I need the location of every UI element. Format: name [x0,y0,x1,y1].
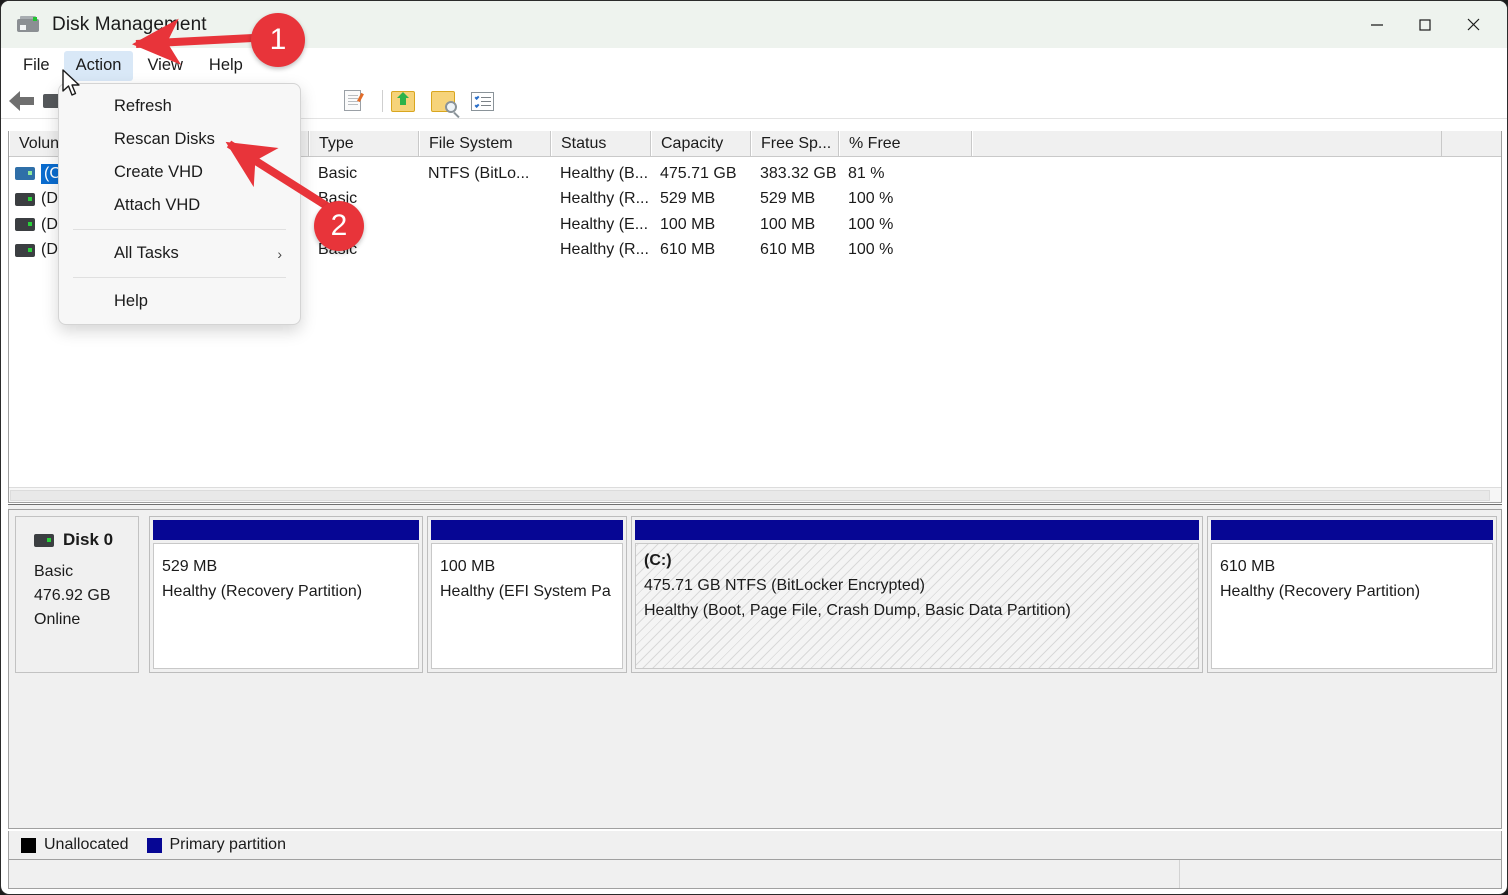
percent-free-cell: 100 % [848,190,894,208]
column-header-percent-free[interactable]: % Free [839,131,972,156]
status-bar [8,859,1502,889]
partition-status: Healthy (Boot, Page File, Crash Dump, Ba… [644,602,1071,619]
partition-color-bar [431,520,623,540]
legend-item-primary: Primary partition [146,836,286,854]
menu-file[interactable]: File [11,51,62,81]
volume-drive-icon [15,192,35,206]
status-cell: Healthy (R... [560,190,649,208]
partition-size: 610 MB [1220,558,1276,575]
status-cell: Healthy (B... [560,164,649,182]
capacity-cell: 475.71 GB [660,164,737,182]
partition-color-bar [635,520,1199,540]
task-list-icon[interactable] [471,87,501,115]
menu-help[interactable]: Help [197,51,255,81]
free-space-cell: 383.32 GB [760,164,837,182]
partition-block-c[interactable]: (C:) 475.71 GB NTFS (BitLocker Encrypted… [631,516,1203,673]
column-header-status[interactable]: Status [551,131,651,156]
legend-swatch-unallocated [21,837,36,853]
disk-size: 476.92 GB [34,587,111,604]
disk-drive-icon [17,15,39,34]
column-header-blank[interactable] [972,131,1442,156]
disk-icon [34,533,54,547]
folder-up-icon[interactable] [391,87,421,115]
partition-size: 475.71 GB NTFS (BitLocker Encrypted) [644,577,925,594]
legend-label-unallocated: Unallocated [44,836,129,853]
back-arrow-icon[interactable] [9,87,39,115]
disk-kind: Basic [34,563,74,580]
status-cell: Healthy (R... [560,241,649,259]
legend-item-unallocated: Unallocated [21,836,129,854]
minimize-button[interactable] [1353,1,1401,48]
partition-strip: 529 MB Healthy (Recovery Partition) 100 … [149,516,1501,673]
mouse-cursor [62,69,80,96]
status-bar-divider [1179,860,1180,888]
column-header-free-space[interactable]: Free Sp... [751,131,839,156]
legend-swatch-primary [146,837,162,853]
menu-bar: File Action View Help [1,48,1507,83]
chevron-right-icon: › [277,245,282,262]
menu-view[interactable]: View [135,51,194,81]
disk-info-block[interactable]: Disk 0 Basic 476.92 GB Online [15,516,139,673]
status-cell: Healthy (E... [560,215,649,233]
partition-color-bar [153,520,419,540]
menu-item-all-tasks-label: All Tasks [114,244,179,262]
legend: Unallocated Primary partition [8,831,1502,859]
partition-block[interactable]: 610 MB Healthy (Recovery Partition) [1207,516,1497,673]
percent-free-cell: 100 % [848,215,894,233]
partition-status: Healthy (Recovery Partition) [162,583,363,600]
maximize-button[interactable] [1401,1,1449,48]
disk-management-window: Disk Management File Action View Help Vo… [0,0,1508,895]
disk-graphical-pane: Disk 0 Basic 476.92 GB Online 529 MB Hea… [8,509,1502,829]
type-cell: Basic [318,164,358,182]
disk-row: Disk 0 Basic 476.92 GB Online 529 MB Hea… [9,516,1501,673]
annotation-badge-1: 1 [251,13,305,67]
menu-item-rescan-disks[interactable]: Rescan Disks [59,123,300,156]
partition-size: 529 MB [162,558,218,575]
capacity-cell: 610 MB [660,241,716,259]
action-dropdown-menu: Refresh Rescan Disks Create VHD Attach V… [58,83,301,325]
menu-item-all-tasks[interactable]: All Tasks › [59,237,300,270]
file-system-cell: NTFS (BitLo... [428,164,530,182]
partition-color-bar [1211,520,1493,540]
disk-state: Online [34,611,81,628]
volume-drive-icon [15,218,35,232]
percent-free-cell: 81 % [848,164,885,182]
window-title: Disk Management [52,13,207,35]
column-header-capacity[interactable]: Capacity [651,131,751,156]
title-bar: Disk Management [1,1,1507,48]
column-header-type[interactable]: Type [309,131,419,156]
free-space-cell: 100 MB [760,215,816,233]
folder-search-icon[interactable] [431,87,461,118]
properties-page-icon[interactable] [344,87,374,115]
capacity-cell: 529 MB [660,190,716,208]
volume-list-horizontal-scrollbar[interactable] [9,487,1501,502]
toolbar-separator-2 [378,87,387,115]
partition-size: 100 MB [440,558,496,575]
legend-label-primary: Primary partition [169,836,286,853]
menu-item-attach-vhd[interactable]: Attach VHD [59,189,300,222]
window-controls [1353,1,1501,48]
disk-name: Disk 0 [63,530,114,549]
menu-item-create-vhd[interactable]: Create VHD [59,156,300,189]
partition-status: Healthy (Recovery Partition) [1220,583,1421,600]
partition-block[interactable]: 529 MB Healthy (Recovery Partition) [149,516,423,673]
volume-drive-icon [15,243,35,257]
percent-free-cell: 100 % [848,241,894,259]
capacity-cell: 100 MB [660,215,716,233]
scrollbar-thumb[interactable] [10,490,1490,501]
volume-drive-icon [15,167,35,181]
partition-block[interactable]: 100 MB Healthy (EFI System Pa [427,516,627,673]
column-header-file-system[interactable]: File System [419,131,551,156]
close-button[interactable] [1449,1,1497,48]
partition-status: Healthy (EFI System Pa [440,583,611,600]
menu-item-help[interactable]: Help [59,285,300,318]
partition-label: (C:) [644,552,672,569]
free-space-cell: 610 MB [760,241,816,259]
menu-separator [73,277,286,278]
free-space-cell: 529 MB [760,190,816,208]
menu-separator [73,229,286,230]
menu-item-refresh[interactable]: Refresh [59,90,300,123]
annotation-badge-2: 2 [314,201,364,251]
